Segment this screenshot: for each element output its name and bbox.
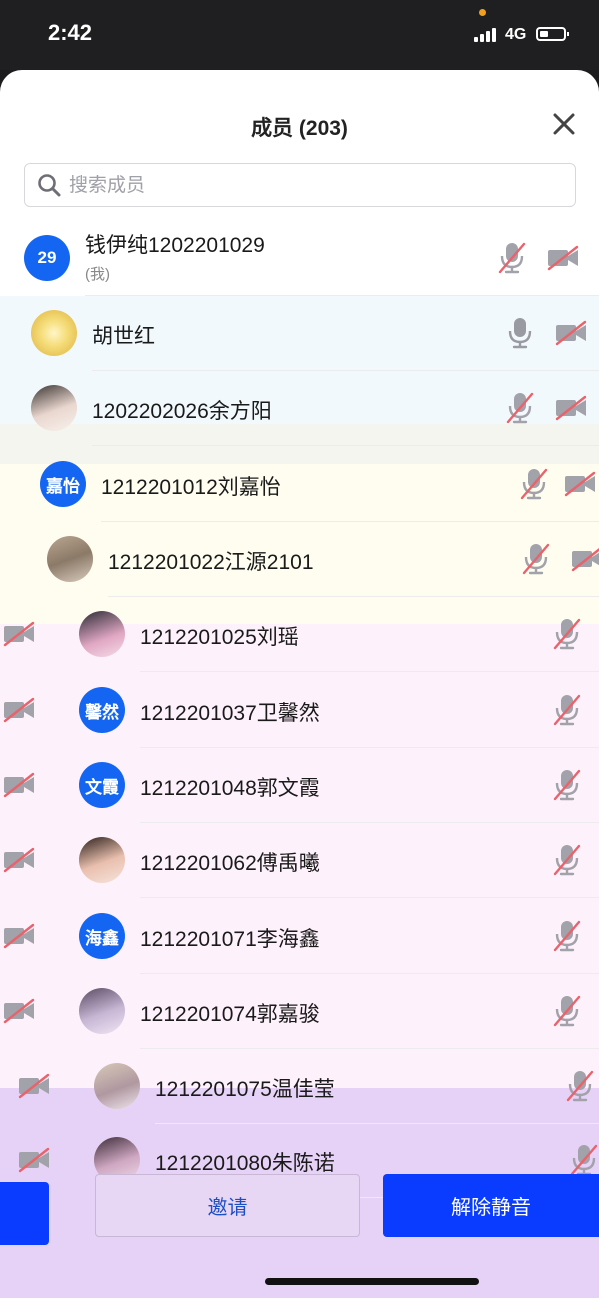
avatar: 嘉怡 [40, 461, 86, 507]
avatar: 文霞 [79, 762, 125, 808]
close-icon[interactable] [550, 110, 578, 138]
microphone-muted-icon [553, 843, 581, 882]
camera-off-icon [2, 998, 36, 1029]
home-indicator [265, 1278, 479, 1285]
camera-off-icon [554, 320, 588, 351]
camera-off-icon [546, 245, 580, 276]
member-name: 钱伊纯1202201029 [85, 234, 265, 257]
member-name: 1212201012刘嘉怡 [101, 476, 281, 499]
search-box[interactable] [24, 163, 576, 207]
member-name: 1212201025刘瑶 [140, 626, 299, 649]
camera-off-icon [554, 395, 588, 426]
network-type: 4G [505, 26, 527, 43]
status-time: 2:42 [48, 20, 93, 45]
avatar [31, 385, 77, 431]
privacy-indicator [479, 9, 486, 16]
member-name: 1212201037卫馨然 [140, 702, 320, 725]
panel-title: 成员 (203) [251, 117, 348, 140]
row-divider [140, 897, 599, 898]
microphone-muted-icon [566, 1069, 594, 1108]
member-row[interactable]: 海鑫 1212201071李海鑫 [0, 899, 599, 973]
camera-off-icon [2, 697, 36, 728]
signal-icon [474, 28, 496, 42]
battery-icon [536, 27, 569, 41]
avatar [31, 310, 77, 356]
microphone-muted-icon [553, 768, 581, 807]
member-row[interactable]: 胡世红 [0, 296, 599, 370]
search-icon [38, 174, 61, 197]
member-name: 1212201022江源2101 [108, 551, 314, 574]
member-name: 1212201075温佳莹 [155, 1078, 335, 1101]
member-row[interactable]: 1212201062傅禹曦 [0, 823, 599, 897]
avatar [94, 1063, 140, 1109]
member-name: 1212201071李海鑫 [140, 928, 320, 951]
microphone-muted-icon [553, 994, 581, 1033]
member-row[interactable]: 1202202026余方阳 [0, 371, 599, 445]
microphone-muted-icon [506, 391, 534, 430]
microphone-muted-icon [553, 693, 581, 732]
member-row[interactable]: 1212201025刘瑶 [0, 597, 599, 671]
camera-off-icon [17, 1147, 51, 1178]
camera-off-icon [2, 847, 36, 878]
microphone-muted-icon [498, 241, 526, 280]
member-name: 1212201080朱陈诺 [155, 1152, 335, 1175]
member-row[interactable]: 1212201022江源2101 [0, 522, 599, 596]
self-label: (我) [85, 266, 110, 283]
camera-off-icon [2, 621, 36, 652]
microphone-muted-icon [553, 919, 581, 958]
avatar: 馨然 [79, 687, 125, 733]
member-name: 1212201074郭嘉骏 [140, 1003, 320, 1026]
microphone-muted-icon [553, 617, 581, 656]
search-input[interactable] [67, 170, 551, 202]
camera-off-icon [2, 923, 36, 954]
partial-button[interactable] [0, 1182, 49, 1245]
camera-off-icon [563, 471, 597, 502]
microphone-muted-icon [520, 467, 548, 506]
camera-off-icon [570, 546, 599, 577]
avatar [79, 988, 125, 1034]
member-row[interactable]: 嘉怡 1212201012刘嘉怡 [0, 447, 599, 521]
invite-button[interactable]: 邀请 [95, 1174, 360, 1237]
avatar [79, 837, 125, 883]
member-name: 1202202026余方阳 [92, 400, 272, 423]
member-row[interactable]: 文霞 1212201048郭文霞 [0, 748, 599, 822]
unmute-button[interactable]: 解除静音 [383, 1174, 599, 1237]
member-row[interactable]: 1212201075温佳莹 [0, 1049, 599, 1123]
camera-off-icon [2, 772, 36, 803]
microphone-muted-icon [522, 542, 550, 581]
avatar [79, 611, 125, 657]
row-divider [92, 445, 599, 446]
member-name: 1212201062傅禹曦 [140, 852, 320, 875]
camera-off-icon [17, 1073, 51, 1104]
status-bar: 2:42 4G [0, 0, 599, 70]
avatar [47, 536, 93, 582]
row-divider [140, 671, 599, 672]
member-name: 1212201048郭文霞 [140, 777, 320, 800]
member-row[interactable]: 馨然 1212201037卫馨然 [0, 673, 599, 747]
microphone-icon [506, 316, 534, 355]
member-row[interactable]: 29 钱伊纯1202201029 (我) [0, 221, 599, 295]
avatar: 29 [24, 235, 70, 281]
member-row[interactable]: 1212201074郭嘉骏 [0, 974, 599, 1048]
avatar: 海鑫 [79, 913, 125, 959]
member-name: 胡世红 [92, 325, 155, 348]
